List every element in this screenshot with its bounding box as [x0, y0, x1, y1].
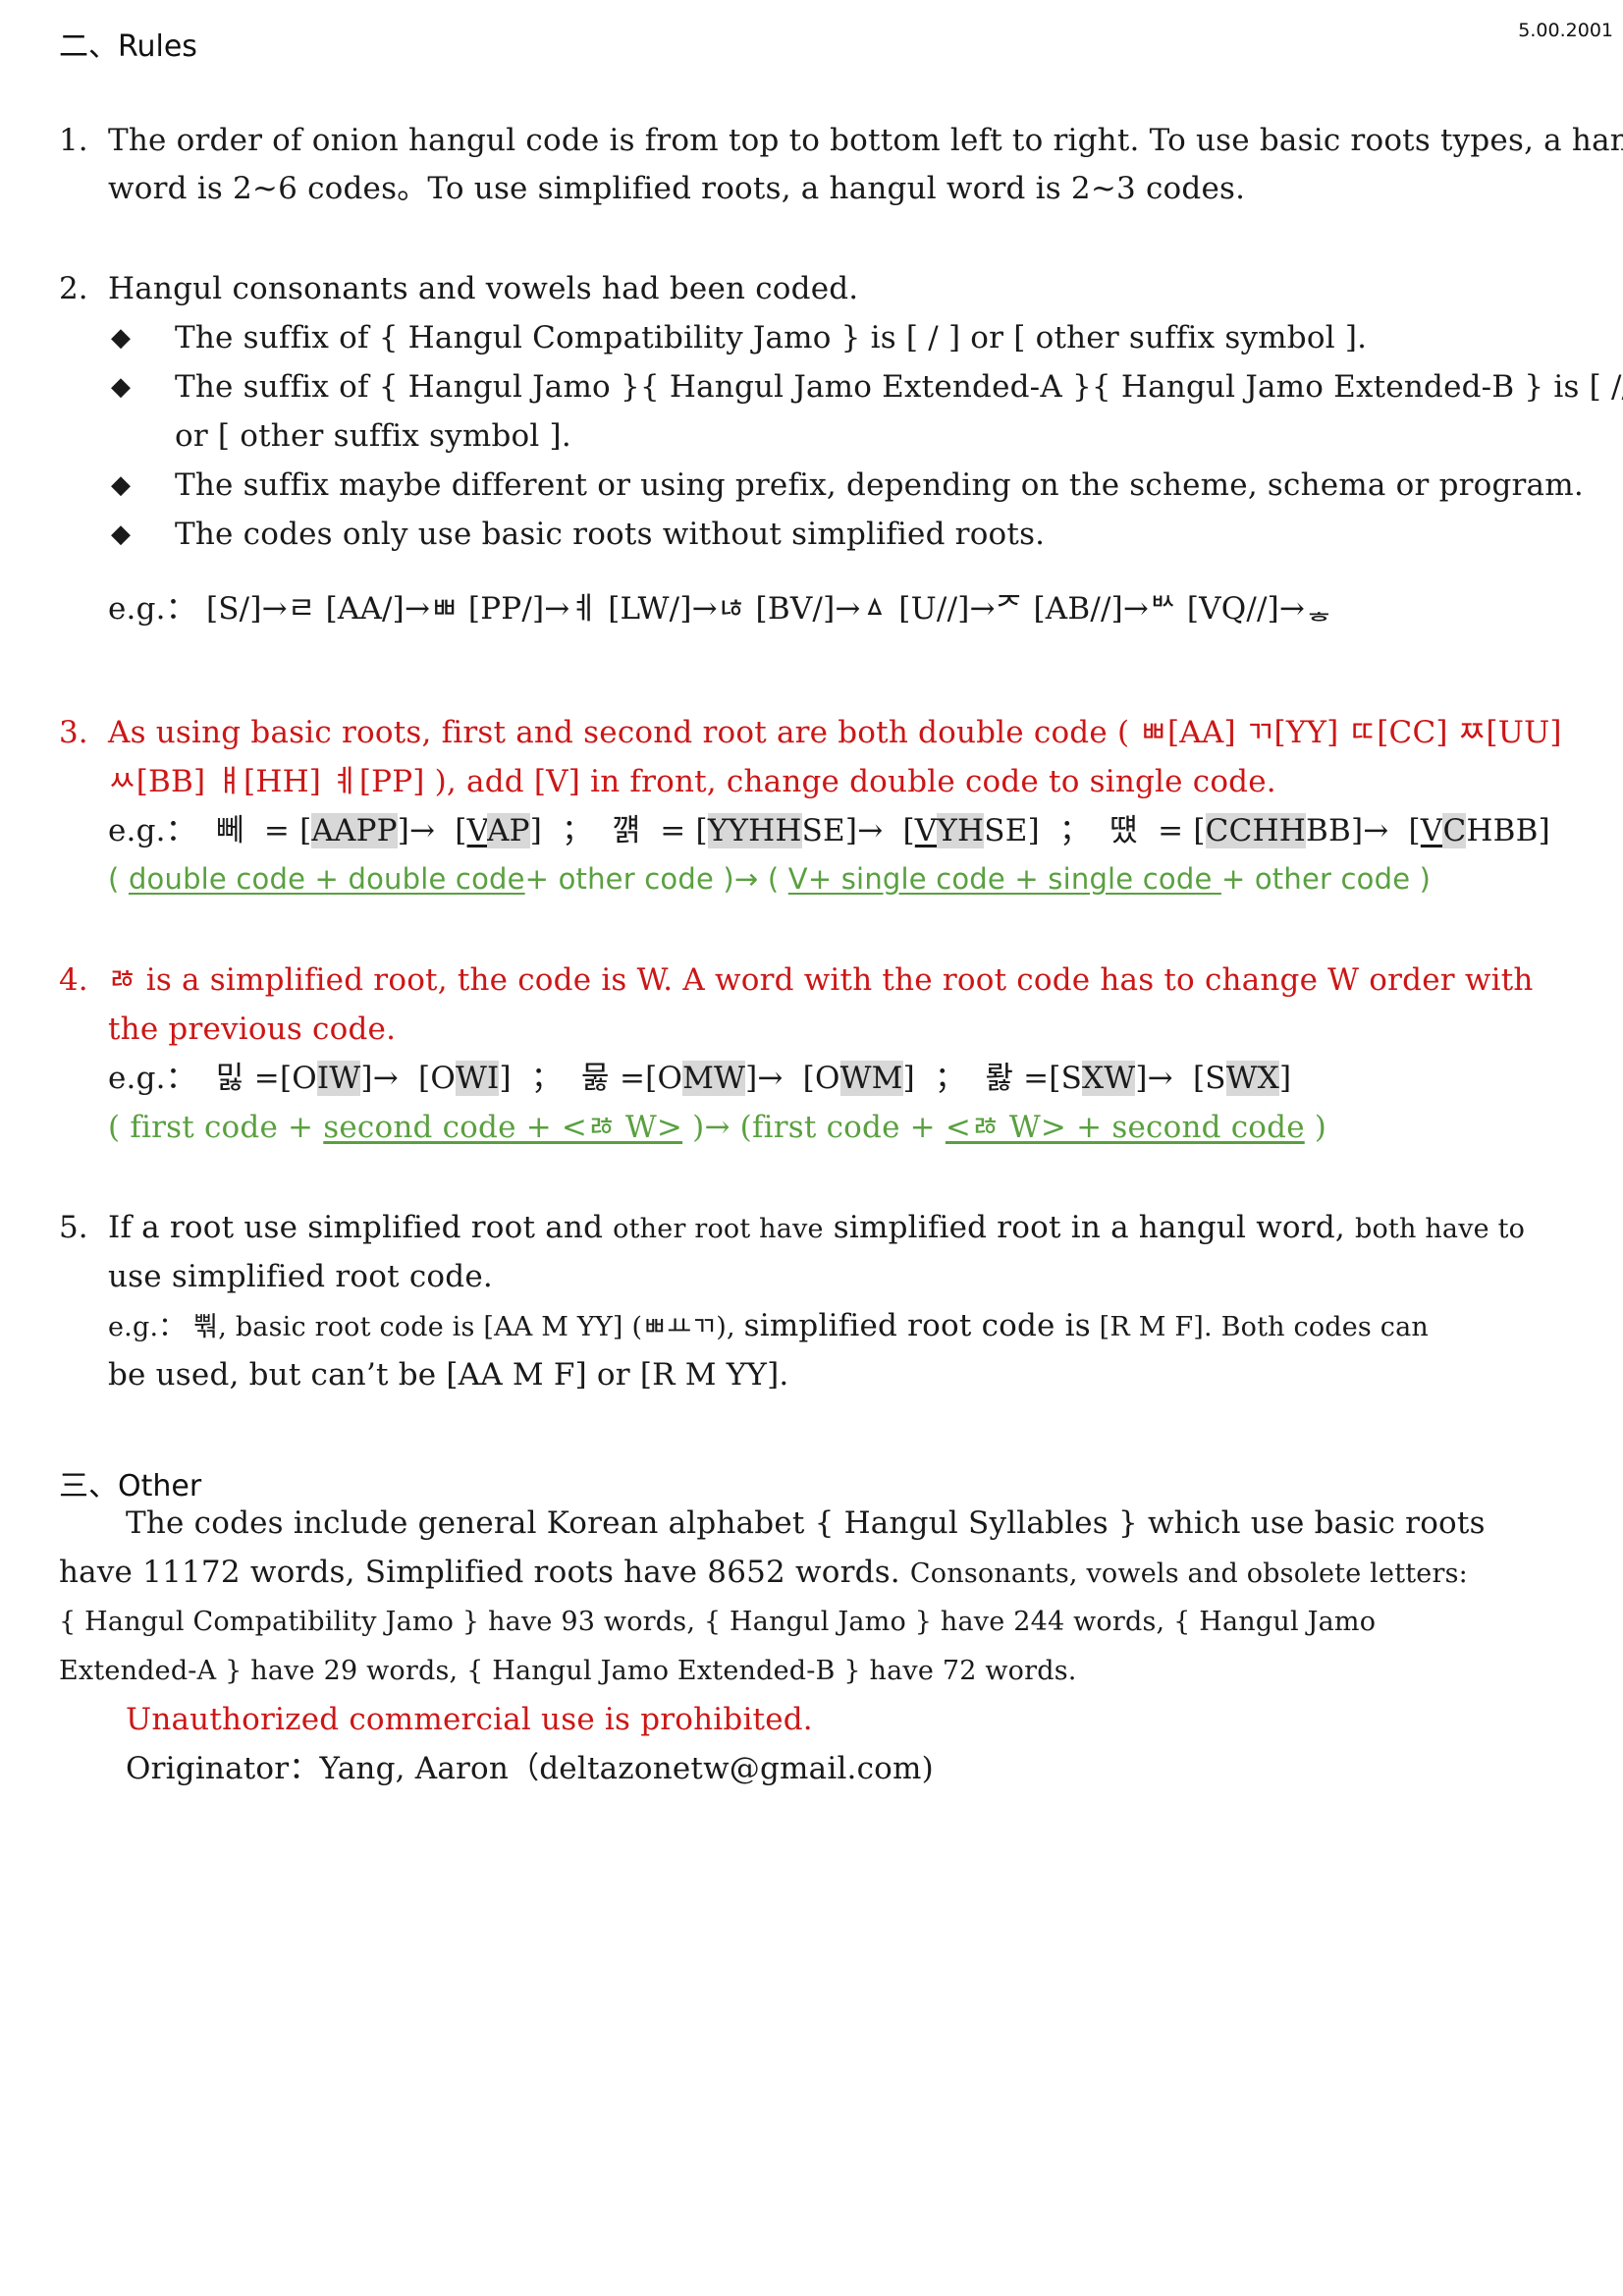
rule-5-example-line-1: e.g.： 뿪, basic root code is [AA M YY] (ㅃ…	[108, 1308, 1429, 1343]
rule-3-line-2: ㅆ[BB] ㅒ[HH] ㅖ[PP] ), add [V] in front, c…	[108, 764, 1276, 799]
code-highlight: XW	[1082, 1061, 1136, 1096]
bullet-diamond-icon: ◆	[111, 470, 131, 500]
originator-line: Originator：Yang, Aaron（deltazonetw@gmail…	[126, 1751, 934, 1786]
code-highlight: MW	[682, 1061, 746, 1096]
commercial-use-warning: Unauthorized commercial use is prohibite…	[126, 1702, 813, 1737]
rule-5-line-1: If a root use simplified root and other …	[108, 1210, 1526, 1245]
rule-1-number: 1.	[59, 123, 88, 158]
bullet-diamond-icon: ◆	[111, 323, 131, 353]
code-highlight: AP	[487, 813, 530, 848]
eg-label: e.g.：	[108, 1061, 196, 1096]
code-highlight: WI	[455, 1061, 500, 1096]
version-label: 5.00.2001	[1518, 20, 1613, 41]
code-prefix: V	[466, 813, 488, 848]
bullet-diamond-icon: ◆	[111, 519, 131, 549]
hangul-example-char: 꺩	[612, 813, 641, 848]
rule-2-bullet-3: The suffix maybe different or using pref…	[175, 467, 1584, 503]
code-highlight: C	[1442, 813, 1467, 848]
rule-2-bullet-2-cont: or [ other suffix symbol ].	[175, 418, 571, 454]
other-paragraph-line-3: { Hangul Compatibility Jamo } have 93 wo…	[59, 1607, 1377, 1637]
rule-5-line-2: use simplified root code.	[108, 1259, 493, 1294]
rule-4-example: e.g.： 밇 =[OIW]→ [OWI] ； 뭃 =[OMW]→ [OWM] …	[108, 1061, 1292, 1096]
rule-3-formula: ( double code + double code+ other code …	[108, 862, 1432, 896]
code-highlight: YYHH	[707, 813, 802, 848]
code-highlight: YH	[937, 813, 985, 848]
hangul-example-char: 뢇	[985, 1061, 1014, 1096]
rule-5-number: 5.	[59, 1210, 88, 1245]
rule-5-example-line-2: be used, but can’t be [AA M F] or [R M Y…	[108, 1357, 789, 1393]
rule-3-example: e.g.： 뻬 = [AAPP]→ [VAP] ； 꺩 = [YYHHSE]→ …	[108, 813, 1550, 848]
other-paragraph-line-4: Extended-A } have 29 words, { Hangul Jam…	[59, 1656, 1077, 1686]
rule-4-number: 4.	[59, 962, 88, 998]
rule-2-bullet-1: The suffix of { Hangul Compatibility Jam…	[175, 320, 1368, 355]
rule-2-intro: Hangul consonants and vowels had been co…	[108, 271, 859, 306]
rule-1-line-2: word is 2~6 codes。To use simplified root…	[108, 171, 1246, 206]
eg-label: e.g.：	[108, 813, 196, 848]
code-highlight: WX	[1225, 1061, 1280, 1096]
hangul-example-char: 밇	[216, 1061, 244, 1096]
section-title-rules: 二、Rules	[59, 29, 197, 64]
other-paragraph-line-1: The codes include general Korean alphabe…	[126, 1505, 1486, 1541]
rule-1-line-1: The order of onion hangul code is from t…	[108, 123, 1623, 158]
rule-2-example: e.g.： [S/]→ㄹ [AA/]→ㅃ [PP/]→ㅖ [LW/]→ㄶ [BV…	[108, 591, 1333, 627]
other-paragraph-line-2: have 11172 words, Simplified roots have …	[59, 1555, 1468, 1590]
rule-3-line-1: As using basic roots, first and second r…	[108, 715, 1562, 750]
code-highlight: WM	[839, 1061, 903, 1096]
rule-4-formula: ( first code + second code + <ㅀ W> )→ (f…	[108, 1110, 1327, 1145]
rule-3-number: 3.	[59, 715, 88, 750]
bullet-diamond-icon: ◆	[111, 372, 131, 402]
rule-4-line-2: the previous code.	[108, 1011, 397, 1047]
hangul-example-char: 뻬	[216, 813, 244, 848]
rule-4-line-1: ㅀ is a simplified root, the code is W. A…	[108, 962, 1534, 998]
section-title-other: 三、Other	[59, 1469, 202, 1503]
rule-2-bullet-4: The codes only use basic roots without s…	[175, 517, 1046, 552]
rule-2-number: 2.	[59, 271, 88, 306]
code-highlight: IW	[316, 1061, 361, 1096]
code-highlight: AAPP	[311, 813, 398, 848]
hangul-example-char: 뭃	[581, 1061, 610, 1096]
hangul-example-char: 떘	[1109, 813, 1139, 848]
code-highlight: CCHH	[1205, 813, 1306, 848]
document-page: 二、Rules 5.00.2001 1. The order of onion …	[0, 0, 1623, 2296]
rule-2-bullet-2: The suffix of { Hangul Jamo }{ Hangul Ja…	[175, 369, 1623, 405]
